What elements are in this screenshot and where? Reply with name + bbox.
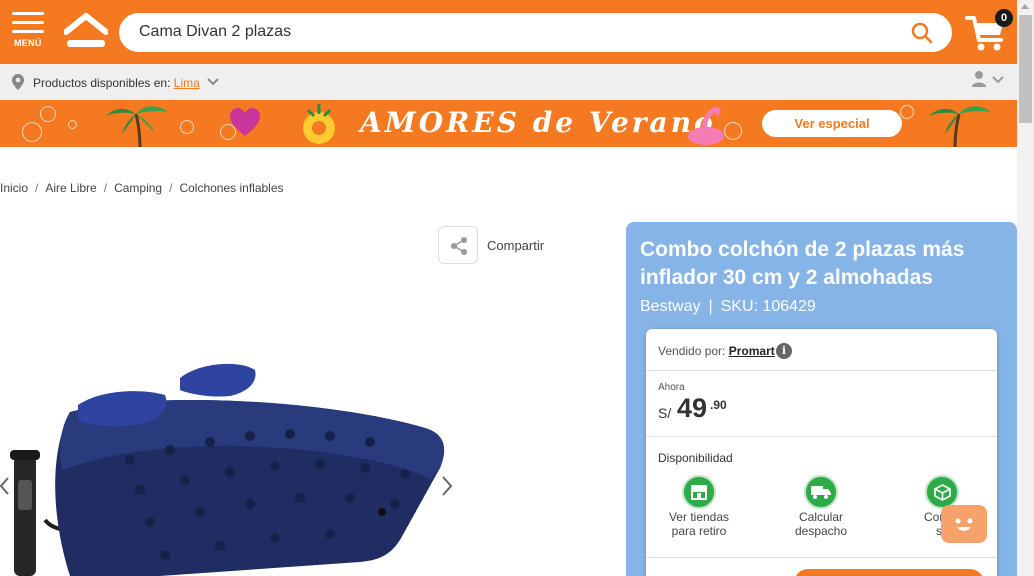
palm-tree-icon (106, 106, 168, 147)
divider (646, 436, 997, 437)
product-brand[interactable]: Bestway (640, 298, 700, 315)
user-account-icon[interactable] (971, 70, 1007, 90)
share-label[interactable]: Compartir (487, 238, 544, 253)
product-image[interactable] (0, 350, 460, 576)
calculate-shipping-label: Calcular despacho (771, 510, 871, 538)
flamingo-float-icon (688, 107, 724, 145)
banner-bubble (40, 106, 56, 122)
banner-bubble (68, 120, 77, 129)
availability-heading: Disponibilidad (658, 451, 733, 465)
promart-logo[interactable] (64, 12, 108, 50)
search-input[interactable] (139, 21, 899, 43)
menu-icon (12, 12, 44, 15)
divider (646, 557, 997, 558)
share-icon (451, 237, 467, 255)
breadcrumb-item[interactable]: Colchones inflables (179, 181, 283, 195)
location-bar: Productos disponibles en: Lima (0, 64, 1017, 100)
breadcrumb-item[interactable]: Aire Libre (45, 181, 96, 195)
scroll-up-arrow[interactable] (1021, 4, 1029, 9)
share-button[interactable] (438, 226, 478, 264)
option-label-line: despacho (794, 524, 848, 538)
chevron-down-icon[interactable] (206, 77, 220, 87)
calculate-shipping-button[interactable] (804, 475, 838, 509)
option-label-line: Ver tiendas (668, 510, 730, 524)
banner-bubble (22, 122, 42, 142)
breadcrumb-separator: / (103, 181, 108, 195)
sold-by: Vendido por: Promart (658, 344, 775, 358)
product-sku: SKU: 106429 (720, 298, 816, 315)
price-integer: 49 (677, 393, 708, 423)
product-title: Combo colchón de 2 plazas más inflador 3… (640, 238, 965, 289)
cart-count-badge: 0 (995, 9, 1013, 27)
search-bar (119, 13, 952, 52)
banner-title: AMORES de Verano (360, 106, 716, 139)
option-label-line: para retiro (671, 524, 727, 538)
store-pickup-button[interactable] (682, 475, 716, 509)
banner-bubble (180, 120, 194, 134)
seller-prefix: Vendido por: (658, 344, 726, 358)
see-special-button[interactable]: Ver especial (762, 110, 902, 137)
palm-tree-icon (929, 106, 991, 147)
pineapple-float-icon (303, 104, 335, 144)
meta-divider: | (708, 298, 713, 315)
price-currency: S/ (658, 405, 672, 421)
truck-icon (811, 486, 831, 499)
menu-label: MENÚ (14, 38, 42, 48)
promo-banner[interactable]: AMORES de Verano Ver especial (0, 100, 1017, 147)
location-pin-icon (12, 74, 24, 90)
previous-image-arrow[interactable] (0, 475, 12, 497)
check-stock-button[interactable] (925, 475, 959, 509)
product-meta: Bestway | SKU: 106429 (640, 298, 816, 316)
option-label-line: Calcular (798, 510, 843, 524)
top-header: MENÚ 0 (0, 0, 1017, 64)
banner-bubble (900, 105, 914, 119)
divider (646, 370, 997, 371)
add-to-cart-button[interactable] (794, 569, 984, 576)
breadcrumb-item[interactable]: Camping (114, 181, 162, 195)
seller-link[interactable]: Promart (729, 344, 775, 358)
breadcrumb-separator: / (169, 181, 173, 195)
store-icon (691, 485, 707, 500)
availability-location: Productos disponibles en: Lima (33, 76, 200, 90)
menu-button[interactable]: MENÚ (12, 12, 46, 50)
breadcrumb-separator: / (35, 181, 39, 195)
info-icon[interactable]: i (776, 343, 792, 359)
price-label: Ahora (658, 382, 685, 393)
price-decimals: .90 (710, 398, 727, 412)
box-icon (934, 484, 951, 501)
chatbot-face-icon (955, 518, 973, 531)
breadcrumb-item[interactable]: Inicio (0, 181, 28, 195)
heart-balloon-icon (230, 108, 260, 136)
menu-icon-bar (12, 21, 44, 24)
scrollbar-thumb[interactable] (1019, 15, 1032, 123)
store-pickup-label: Ver tiendas para retiro (649, 510, 749, 538)
availability-prefix: Productos disponibles en: (33, 76, 171, 90)
menu-icon-bar (12, 30, 44, 33)
breadcrumb: Inicio / Aire Libre / Camping / Colchones infl… (0, 181, 284, 195)
page: MENÚ 0 Productos disponibles en: L (0, 0, 1034, 576)
location-link[interactable]: Lima (174, 76, 200, 90)
chat-assistant-button[interactable] (941, 505, 987, 543)
next-image-arrow[interactable] (439, 474, 455, 498)
search-icon[interactable] (909, 20, 935, 46)
